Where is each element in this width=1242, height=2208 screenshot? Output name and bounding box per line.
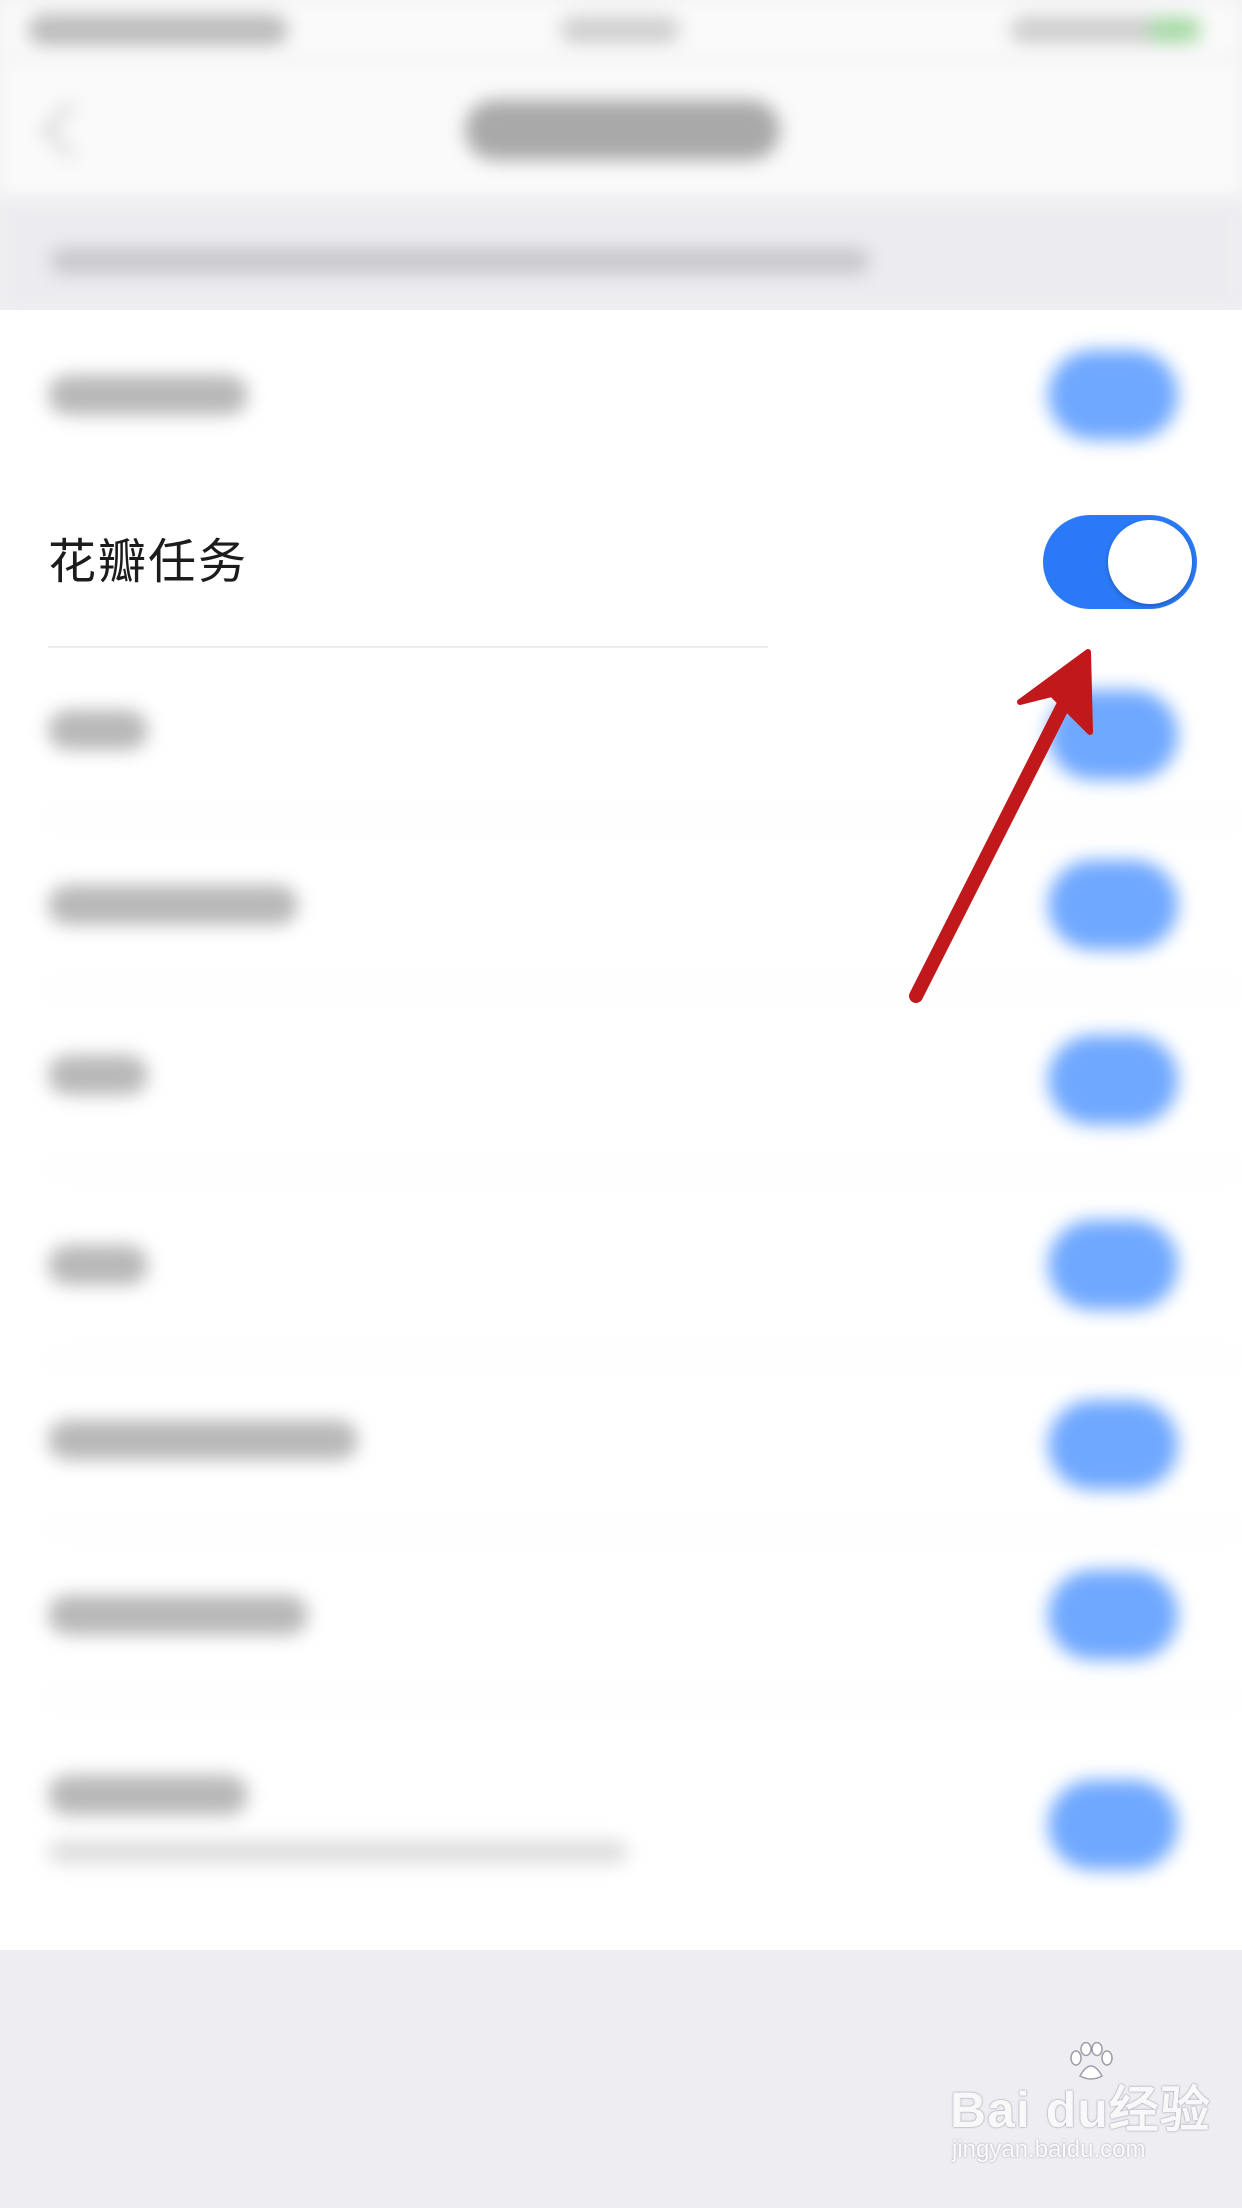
status-time-blurred: [28, 14, 288, 46]
watermark-url: jingyan.baidu.com: [952, 2136, 1146, 2163]
navigation-bar: [0, 60, 1242, 200]
list-item-label: 花瓣任务: [48, 534, 249, 590]
list-item-subtitle-blurred: [48, 1840, 628, 1864]
section-header: [0, 200, 1242, 310]
list-item-label-blurred: [48, 710, 148, 750]
section-header-text-blurred: [50, 248, 870, 274]
toggle-switch-blurred[interactable]: [1048, 860, 1178, 950]
list-item[interactable]: [0, 820, 1242, 990]
list-item-label-blurred: [48, 375, 248, 415]
toggle-switch-blurred[interactable]: [1048, 1570, 1178, 1660]
page-title-blurred: [465, 100, 780, 160]
phone-screen: 花瓣任务 Bai du经验 jingyan.baidu.com: [0, 0, 1242, 2208]
list-item[interactable]: [0, 310, 1242, 480]
divider: [48, 646, 768, 648]
list-item-label-blurred: [48, 1245, 148, 1285]
back-chevron-icon[interactable]: [41, 101, 99, 159]
toggle-switch-blurred[interactable]: [1048, 350, 1178, 440]
list-item[interactable]: [0, 1700, 1242, 1950]
toggle-switch-blurred[interactable]: [1048, 1220, 1178, 1310]
list-item[interactable]: [0, 990, 1242, 1170]
huaban-task-toggle[interactable]: [1043, 515, 1197, 609]
toggle-switch-blurred[interactable]: [1048, 1400, 1178, 1490]
toggle-switch-blurred[interactable]: [1048, 1780, 1178, 1870]
list-item[interactable]: [0, 1170, 1242, 1360]
list-item[interactable]: [0, 650, 1242, 820]
list-item-label-blurred: [48, 1055, 148, 1095]
list-item[interactable]: [0, 1360, 1242, 1530]
status-bar: [0, 0, 1242, 60]
status-carrier-blurred: [560, 16, 680, 44]
list-item-label-blurred: [48, 1775, 248, 1815]
list-item-label-blurred: [48, 1420, 358, 1460]
toggle-switch-blurred[interactable]: [1048, 1035, 1178, 1125]
toggle-switch-blurred[interactable]: [1048, 690, 1178, 780]
list-item-label-blurred: [48, 885, 298, 925]
watermark-brand: Bai du经验: [950, 2082, 1211, 2138]
list-item[interactable]: [0, 1530, 1242, 1700]
toggle-knob: [1108, 520, 1192, 604]
baidu-jingyan-watermark: Bai du经验 jingyan.baidu.com: [950, 2042, 1210, 2180]
list-item-label-blurred: [48, 1595, 308, 1635]
list-item-huaban-task[interactable]: 花瓣任务: [0, 480, 1242, 650]
battery-icon: [1150, 18, 1200, 42]
